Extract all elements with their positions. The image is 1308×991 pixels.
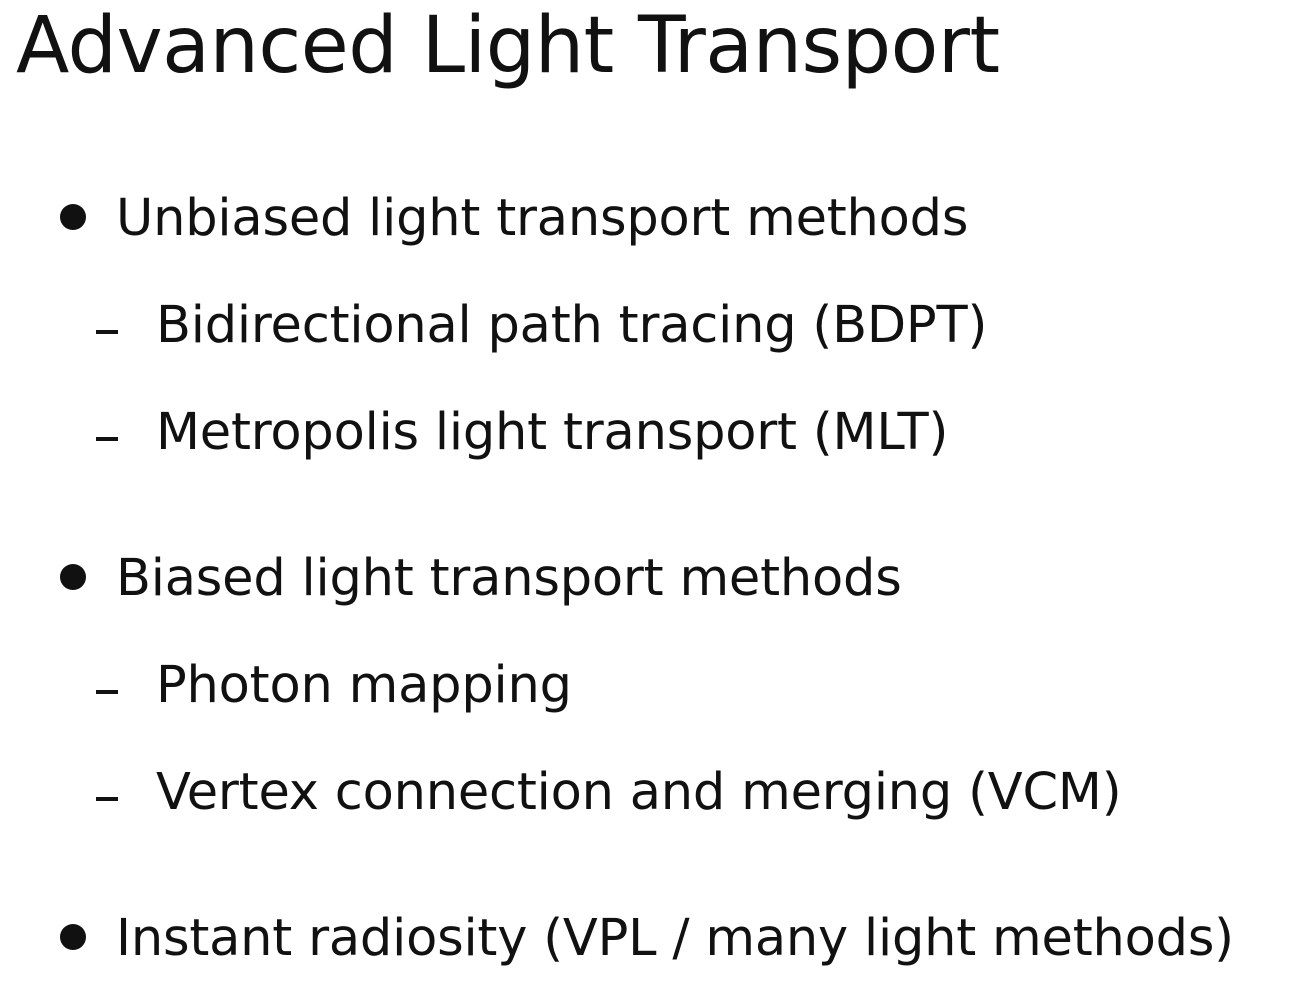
dash-icon — [96, 330, 118, 334]
bullet-label: Unbiased light transport methods — [116, 189, 969, 248]
bullet-dot-icon — [60, 564, 86, 590]
sub-item-vcm: Vertex connection and merging (VCM) — [96, 762, 1122, 823]
dash-icon — [96, 797, 118, 801]
sub-item-photon-mapping: Photon mapping — [96, 655, 572, 716]
sub-item-label: Vertex connection and merging (VCM) — [156, 763, 1122, 822]
bullet-dot-icon — [60, 924, 86, 950]
slide-title: Advanced Light Transport — [16, 1, 1000, 91]
bullet-unbiased-methods: Unbiased light transport methods — [60, 188, 968, 249]
bullet-label: Biased light transport methods — [116, 549, 902, 608]
bullet-dot-icon — [60, 204, 86, 230]
dash-icon — [96, 437, 118, 441]
sub-item-bdpt: Bidirectional path tracing (BDPT) — [96, 295, 987, 356]
bullet-label: Instant radiosity (VPL / many light meth… — [116, 909, 1234, 968]
sub-item-label: Metropolis light transport (MLT) — [156, 403, 949, 462]
bullet-instant-radiosity: Instant radiosity (VPL / many light meth… — [60, 908, 1234, 969]
sub-item-label: Photon mapping — [156, 656, 572, 715]
dash-icon — [96, 690, 118, 694]
sub-item-label: Bidirectional path tracing (BDPT) — [156, 296, 988, 355]
sub-item-mlt: Metropolis light transport (MLT) — [96, 402, 948, 463]
bullet-biased-methods: Biased light transport methods — [60, 548, 902, 609]
